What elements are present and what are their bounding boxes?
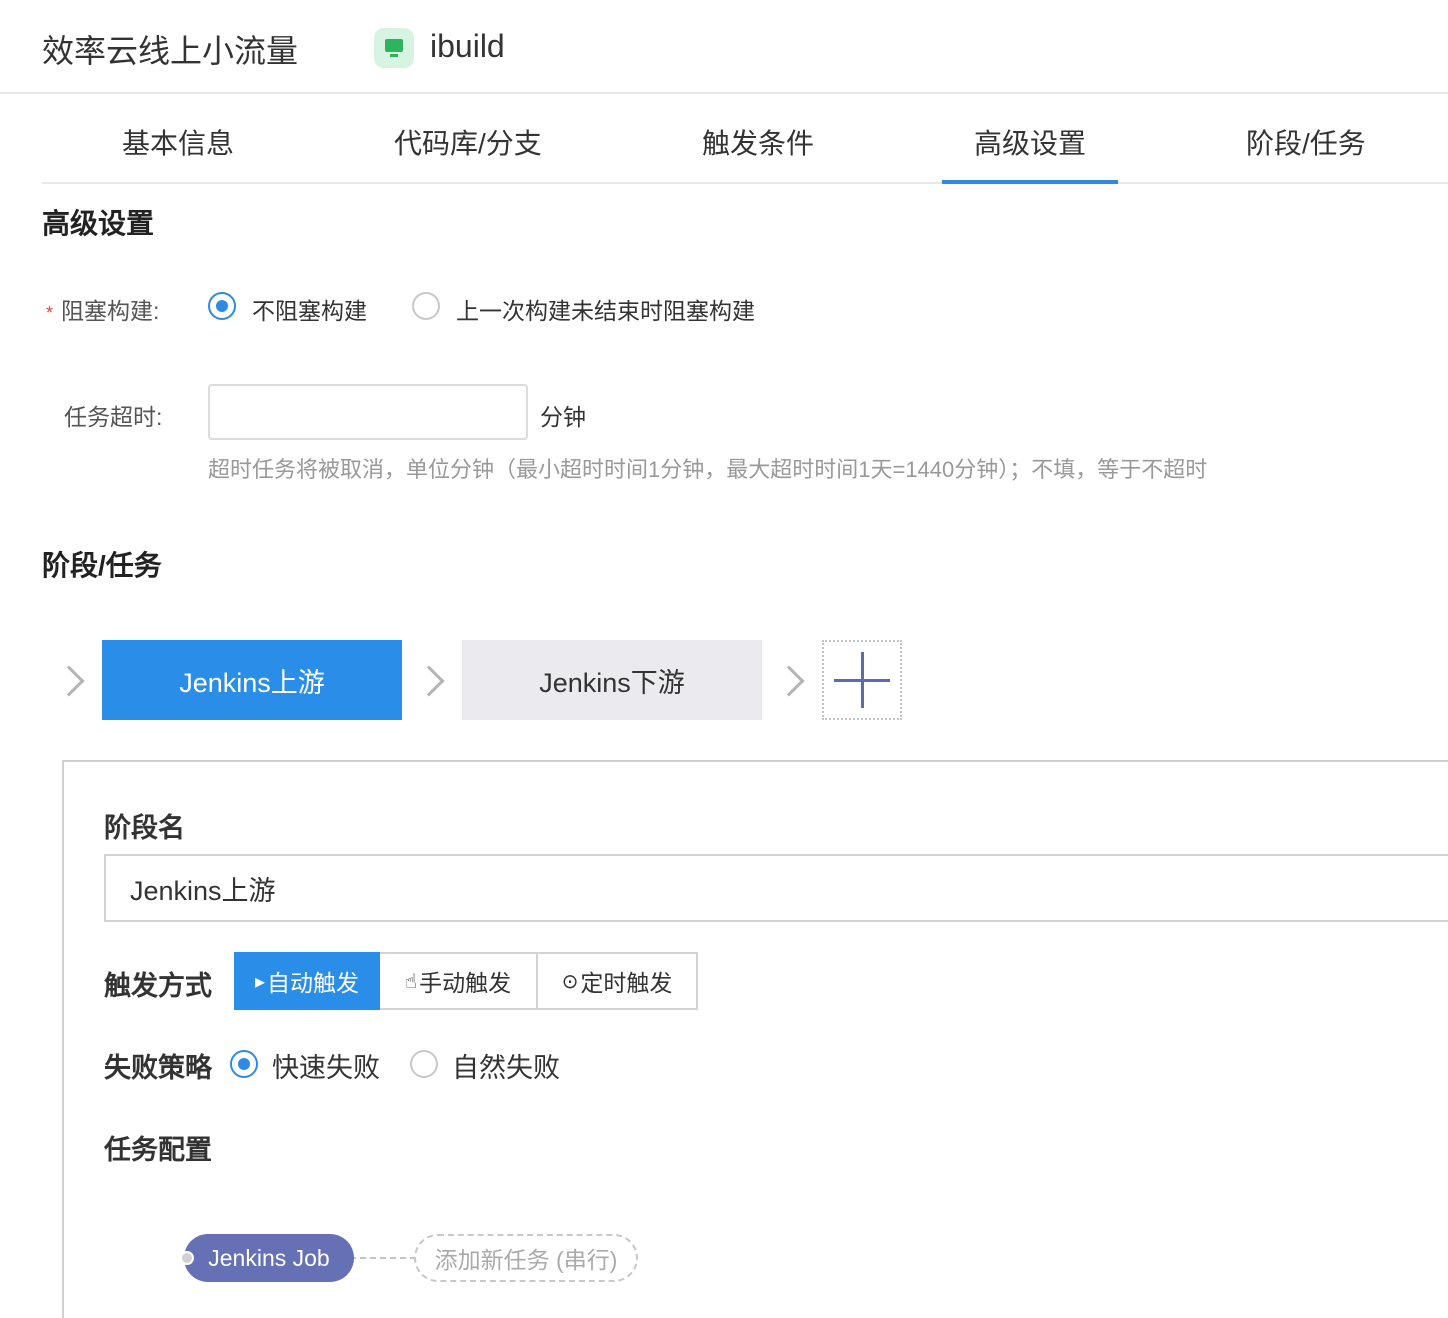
radio-block-when-running-label[interactable]: 上一次构建未结束时阻塞构建 <box>456 292 755 326</box>
hand-pointer-icon: ☝ <box>404 970 418 993</box>
radio-fast-fail-label[interactable]: 快速失败 <box>272 1046 380 1085</box>
play-icon: ▸ <box>254 970 266 993</box>
advanced-settings-title: 高级设置 <box>42 208 155 239</box>
timeout-unit: 分钟 <box>540 404 586 430</box>
app-header: 效率云线上小流量 ibuild <box>0 0 1448 94</box>
trigger-mode-label: 触发方式 <box>104 971 212 1001</box>
radio-fast-fail[interactable] <box>230 1050 258 1078</box>
block-build-label-text: 阻塞构建: <box>61 298 160 324</box>
page-title: 效率云线上小流量 <box>42 33 299 69</box>
radio-natural-fail-label[interactable]: 自然失败 <box>452 1046 560 1085</box>
monitor-icon <box>374 28 414 68</box>
radio-no-block[interactable] <box>208 292 236 320</box>
radio-natural-fail[interactable] <box>410 1050 438 1078</box>
scheduled-trigger-button[interactable]: ⊙ 定时触发 <box>538 952 698 1010</box>
chevron-right-icon <box>413 665 445 697</box>
tab-advanced-settings[interactable]: 高级设置 <box>974 122 1086 162</box>
trigger-mode-group: ▸ 自动触发 ☝ 手动触发 ⊙ 定时触发 <box>234 952 698 1010</box>
stages-section-title: 阶段/任务 <box>42 550 162 581</box>
failure-strategy-label: 失败策略 <box>104 1053 212 1083</box>
stage-jenkins-upstream[interactable]: Jenkins上游 <box>102 640 402 720</box>
tab-repo-branch[interactable]: 代码库/分支 <box>394 122 542 162</box>
timeout-hint: 超时任务将被取消，单位分钟（最小超时时间1分钟，最大超时时间1天=1440分钟）… <box>208 457 1208 482</box>
clock-icon: ⊙ <box>561 970 579 993</box>
task-jenkins-job[interactable]: Jenkins Job <box>184 1234 354 1282</box>
timeout-input[interactable] <box>208 384 528 440</box>
task-start-dot <box>180 1251 194 1265</box>
stage-name-label: 阶段名 <box>104 813 185 843</box>
app-name: ibuild <box>430 28 505 64</box>
radio-no-block-label[interactable]: 不阻塞构建 <box>252 292 367 326</box>
auto-trigger-button[interactable]: ▸ 自动触发 <box>234 952 380 1010</box>
tab-stages-tasks[interactable]: 阶段/任务 <box>1246 122 1366 162</box>
add-stage-button[interactable] <box>822 640 902 720</box>
block-build-label: * 阻塞构建: <box>46 292 159 326</box>
auto-trigger-label: 自动触发 <box>267 970 360 996</box>
scheduled-trigger-label: 定时触发 <box>580 970 673 996</box>
tab-bar: 基本信息 代码库/分支 触发条件 高级设置 阶段/任务 <box>42 94 1448 184</box>
task-config-label: 任务配置 <box>104 1135 212 1165</box>
manual-trigger-button[interactable]: ☝ 手动触发 <box>380 952 538 1010</box>
add-task-button[interactable]: 添加新任务 (串行) <box>414 1234 638 1282</box>
task-connector <box>350 1257 416 1259</box>
timeout-label: 任务超时: <box>64 404 163 430</box>
tab-basic-info[interactable]: 基本信息 <box>122 122 234 162</box>
stage-jenkins-downstream[interactable]: Jenkins下游 <box>462 640 762 720</box>
active-tab-indicator <box>942 180 1118 184</box>
required-mark: * <box>46 303 54 323</box>
tab-trigger-conditions[interactable]: 触发条件 <box>702 122 814 162</box>
chevron-right-icon <box>53 665 85 697</box>
radio-block-when-running[interactable] <box>412 292 440 320</box>
stage-name-input[interactable] <box>104 854 1448 922</box>
manual-trigger-label: 手动触发 <box>419 970 512 996</box>
chevron-right-icon <box>773 665 805 697</box>
